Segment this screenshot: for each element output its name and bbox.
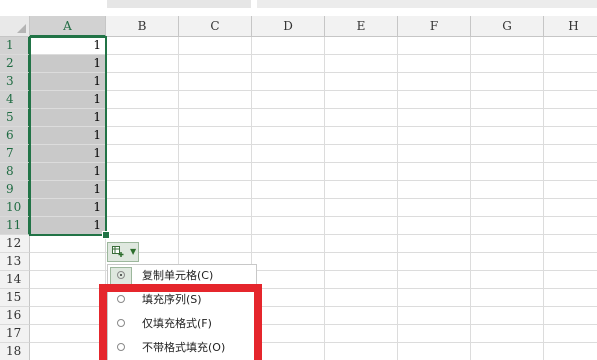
column-header-h[interactable]: H — [544, 16, 597, 37]
column-header-e[interactable]: E — [325, 16, 398, 37]
cell-a6[interactable]: 1 — [30, 127, 106, 145]
cell-a5[interactable]: 1 — [30, 109, 106, 127]
menu-item-label: 复制单元格(C) — [142, 269, 214, 282]
row-header-8[interactable]: 8 — [0, 163, 30, 181]
row-header-1[interactable]: 1 — [0, 37, 30, 55]
auto-fill-options-menu: 复制单元格(C) 填充序列(S) 仅填充格式(F) 不带格式填充(O) — [107, 264, 257, 360]
select-all-triangle-icon — [17, 24, 26, 33]
column-header-g[interactable]: G — [471, 16, 544, 37]
row-header-7[interactable]: 7 — [0, 145, 30, 163]
toolbar-fragment — [257, 0, 597, 8]
column-header-b[interactable]: B — [106, 16, 179, 37]
menu-item-label: 不带格式填充(O) — [142, 341, 226, 354]
row-header-3[interactable]: 3 — [0, 73, 30, 91]
row-header-16[interactable]: 16 — [0, 307, 30, 325]
row-header-17[interactable]: 17 — [0, 325, 30, 343]
row-header-6[interactable]: 6 — [0, 127, 30, 145]
menu-item-label: 填充序列(S) — [142, 293, 202, 306]
row-header-13[interactable]: 13 — [0, 253, 30, 271]
toolbar-fragment — [107, 0, 251, 8]
fill-handle[interactable] — [102, 231, 110, 239]
paste-options-icon — [112, 246, 124, 257]
column-header-d[interactable]: D — [252, 16, 325, 37]
empty-cells-col-a[interactable] — [30, 235, 106, 360]
row-header-18[interactable]: 18 — [0, 343, 30, 360]
chevron-down-icon: ▼ — [130, 247, 137, 256]
select-all-button[interactable] — [0, 16, 30, 37]
menu-item-fill-without-formatting[interactable]: 不带格式填充(O) — [108, 337, 256, 360]
spreadsheet-grid[interactable]: A B C D E F G H 1 2 3 4 5 6 7 8 9 10 11 … — [0, 16, 597, 360]
column-header-a[interactable]: A — [30, 16, 106, 37]
row-header-2[interactable]: 2 — [0, 55, 30, 73]
row-header-11[interactable]: 11 — [0, 217, 30, 235]
row-header-10[interactable]: 10 — [0, 199, 30, 217]
cell-a4[interactable]: 1 — [30, 91, 106, 109]
cell-a9[interactable]: 1 — [30, 181, 106, 199]
menu-item-copy-cells[interactable]: 复制单元格(C) — [108, 265, 256, 288]
radio-selected-icon — [117, 271, 125, 279]
cell-a1[interactable]: 1 — [30, 37, 106, 55]
cell-a11[interactable]: 1 — [30, 217, 106, 235]
row-header-5[interactable]: 5 — [0, 109, 30, 127]
column-header-c[interactable]: C — [179, 16, 252, 37]
cell-a3[interactable]: 1 — [30, 73, 106, 91]
cell-a2[interactable]: 1 — [30, 55, 106, 73]
row-header-14[interactable]: 14 — [0, 271, 30, 289]
radio-icon — [117, 319, 125, 327]
cell-a8[interactable]: 1 — [30, 163, 106, 181]
row-header-15[interactable]: 15 — [0, 289, 30, 307]
menu-item-fill-formatting-only[interactable]: 仅填充格式(F) — [108, 313, 256, 336]
row-header-9[interactable]: 9 — [0, 181, 30, 199]
row-header-4[interactable]: 4 — [0, 91, 30, 109]
cell-a7[interactable]: 1 — [30, 145, 106, 163]
radio-icon — [117, 343, 125, 351]
radio-icon — [117, 295, 125, 303]
cell-a10[interactable]: 1 — [30, 199, 106, 217]
toolbar-strip — [0, 0, 597, 16]
column-header-f[interactable]: F — [398, 16, 471, 37]
row-header-12[interactable]: 12 — [0, 235, 30, 253]
menu-item-label: 仅填充格式(F) — [142, 317, 212, 330]
auto-fill-options-button[interactable]: ▼ — [107, 242, 139, 262]
menu-item-fill-series[interactable]: 填充序列(S) — [108, 289, 256, 312]
